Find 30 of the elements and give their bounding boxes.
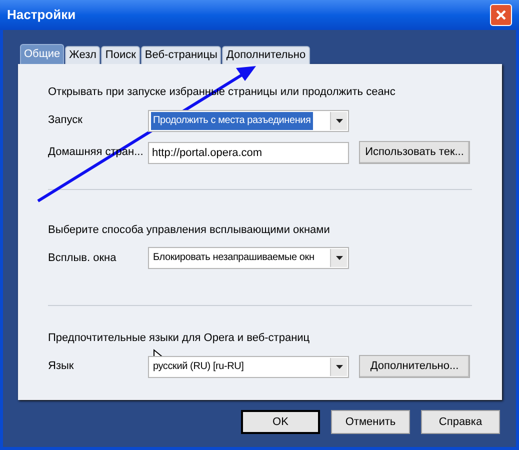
dropdown-value: Продолжить с места разъединения [151, 112, 313, 130]
window-title: Настройки [7, 6, 76, 24]
dialog-button[interactable]: Справка [421, 410, 500, 434]
field-label: Язык [48, 359, 74, 374]
dropdown-arrow-button[interactable] [330, 112, 347, 130]
field-label: Запуск [48, 113, 82, 128]
dropdown-arrow-button[interactable] [330, 358, 347, 376]
tab[interactable]: Веб-страницы [140, 46, 222, 64]
section-heading: Предпочтительные языки для Opera и веб-страниц [48, 331, 310, 346]
dropdown-field[interactable]: русский (RU) [ru-RU] [148, 356, 349, 378]
caret-icon [336, 118, 342, 122]
tab[interactable]: Дополнительно [222, 46, 310, 64]
dropdown-value: русский (RU) [ru-RU] [152, 360, 245, 374]
tab[interactable]: Жезл [65, 46, 100, 64]
close-button[interactable] [490, 4, 512, 26]
dialog-button[interactable]: OK [241, 410, 320, 434]
action-button[interactable]: Использовать тек... [359, 141, 470, 164]
section-heading: Выберите способа управления всплывающими окнами [48, 222, 330, 238]
dialog-button[interactable]: Отменить [331, 410, 410, 434]
field-label: Всплыв. окна [48, 250, 116, 266]
close-icon [496, 10, 506, 20]
dropdown-field[interactable]: Продолжить с места разъединения [148, 110, 349, 132]
dropdown-field[interactable]: Блокировать незапрашиваемые окн [148, 247, 349, 269]
caret-icon [336, 364, 342, 368]
caret-icon [336, 256, 342, 260]
dropdown-value: Блокировать незапрашиваемые окн [152, 251, 316, 265]
dropdown-arrow-button[interactable] [330, 249, 347, 267]
action-button[interactable]: Дополнительно... [359, 355, 470, 378]
homepage-field[interactable]: http://portal.opera.com [148, 142, 349, 164]
tab[interactable]: Поиск [101, 46, 140, 64]
